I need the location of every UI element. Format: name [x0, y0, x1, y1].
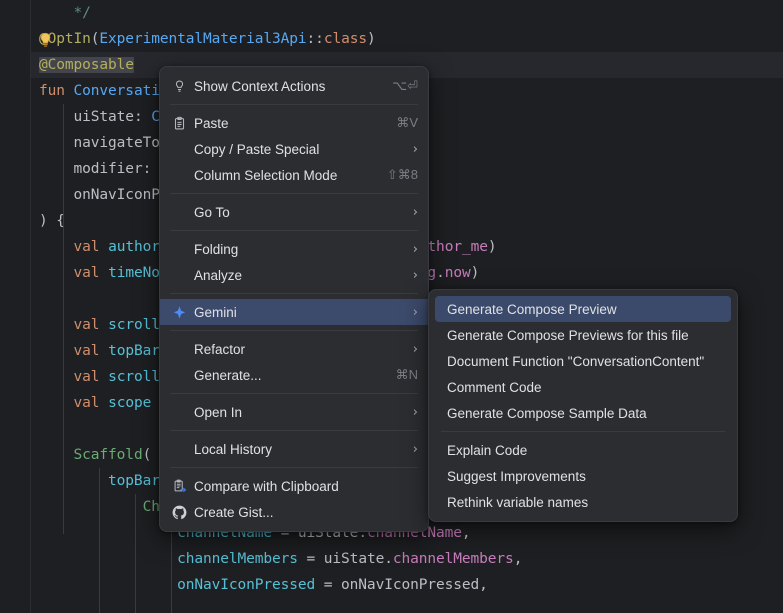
menu-separator — [170, 104, 418, 105]
menu-item-label: Gemini — [194, 305, 399, 320]
lightbulb-intention-icon[interactable] — [37, 32, 54, 49]
menu-item-analyze[interactable]: Analyze › — [160, 262, 428, 288]
clipboard-icon — [170, 114, 188, 132]
menu-item-shortcut: ⇧⌘8 — [387, 167, 418, 183]
menu-item-paste[interactable]: Paste ⌘V — [160, 110, 428, 136]
indent-guide — [171, 520, 172, 613]
submenu-item-label: Explain Code — [447, 443, 727, 458]
code-line: onNavIconPressed = onNavIconPressed, — [31, 572, 783, 598]
menu-item-label: Folding — [194, 242, 399, 257]
menu-item-label: Compare with Clipboard — [194, 479, 418, 494]
chevron-right-icon: › — [413, 305, 418, 320]
submenu-item-generate-compose-sample-data[interactable]: Generate Compose Sample Data — [429, 400, 737, 426]
menu-item-label: Show Context Actions — [194, 79, 376, 94]
ide-window: */@OptIn(ExperimentalMaterial3Api::class… — [0, 0, 783, 613]
submenu-item-label: Generate Compose Preview — [447, 302, 721, 317]
submenu-item-label: Rethink variable names — [447, 495, 727, 510]
menu-item-local-history[interactable]: Local History › — [160, 436, 428, 462]
chevron-right-icon: › — [413, 242, 418, 257]
menu-item-label: Go To — [194, 205, 399, 220]
compare-clipboard-icon — [170, 477, 188, 495]
menu-item-label: Local History — [194, 442, 399, 457]
code-line: channelMembers = uiState.channelMembers, — [31, 546, 783, 572]
github-icon — [170, 503, 188, 521]
menu-item-folding[interactable]: Folding › — [160, 236, 428, 262]
submenu-item-label: Generate Compose Previews for this file — [447, 328, 727, 343]
chevron-right-icon: › — [413, 342, 418, 357]
submenu-item-label: Document Function "ConversationContent" — [447, 354, 727, 369]
chevron-right-icon: › — [413, 268, 418, 283]
indent-guide — [63, 104, 64, 534]
chevron-right-icon: › — [413, 405, 418, 420]
menu-separator — [170, 230, 418, 231]
code-line: @OptIn(ExperimentalMaterial3Api::class) — [31, 26, 783, 52]
indent-guide — [135, 494, 136, 613]
menu-item-label: Create Gist... — [194, 505, 418, 520]
chevron-right-icon: › — [413, 142, 418, 157]
gemini-sparkle-icon — [170, 303, 188, 321]
menu-separator — [170, 467, 418, 468]
menu-item-compare-with-clipboard[interactable]: Compare with Clipboard — [160, 473, 428, 499]
menu-item-shortcut: ⌘V — [396, 115, 418, 131]
menu-item-refactor[interactable]: Refactor › — [160, 336, 428, 362]
editor-gutter[interactable] — [0, 0, 31, 613]
submenu-item-label: Suggest Improvements — [447, 469, 727, 484]
menu-item-label: Open In — [194, 405, 399, 420]
menu-item-label: Copy / Paste Special — [194, 142, 399, 157]
menu-item-column-selection-mode[interactable]: Column Selection Mode ⇧⌘8 — [160, 162, 428, 188]
submenu-item-label: Generate Compose Sample Data — [447, 406, 727, 421]
indent-guide — [99, 468, 100, 613]
menu-separator — [170, 293, 418, 294]
menu-item-label: Refactor — [194, 342, 399, 357]
submenu-item-rethink-variable-names[interactable]: Rethink variable names — [429, 489, 737, 515]
editor-context-menu[interactable]: Show Context Actions ⌥⏎ Paste ⌘V Copy / Past… — [159, 66, 429, 532]
submenu-item-label: Comment Code — [447, 380, 727, 395]
menu-item-shortcut: ⌘N — [396, 367, 418, 383]
chevron-right-icon: › — [413, 205, 418, 220]
submenu-item-explain-code[interactable]: Explain Code — [429, 437, 737, 463]
menu-item-label: Analyze — [194, 268, 399, 283]
menu-item-shortcut: ⌥⏎ — [392, 78, 418, 94]
submenu-item-comment-code[interactable]: Comment Code — [429, 374, 737, 400]
menu-item-label: Column Selection Mode — [194, 168, 371, 183]
menu-separator — [170, 193, 418, 194]
submenu-item-document-function[interactable]: Document Function "ConversationContent" — [429, 348, 737, 374]
menu-item-create-gist[interactable]: Create Gist... — [160, 499, 428, 525]
menu-item-label: Paste — [194, 116, 380, 131]
menu-separator — [170, 393, 418, 394]
menu-separator — [170, 330, 418, 331]
submenu-item-generate-compose-preview[interactable]: Generate Compose Preview — [435, 296, 731, 322]
lightbulb-icon — [170, 77, 188, 95]
menu-item-label: Generate... — [194, 368, 380, 383]
submenu-item-suggest-improvements[interactable]: Suggest Improvements — [429, 463, 737, 489]
submenu-item-generate-compose-previews-for-this-file[interactable]: Generate Compose Previews for this file — [429, 322, 737, 348]
menu-item-copy-paste-special[interactable]: Copy / Paste Special › — [160, 136, 428, 162]
gemini-submenu[interactable]: Generate Compose Preview Generate Compose… — [428, 289, 738, 522]
menu-item-open-in[interactable]: Open In › — [160, 399, 428, 425]
code-line: */ — [31, 0, 783, 26]
menu-item-gemini[interactable]: Gemini › — [160, 299, 428, 325]
menu-item-show-context-actions[interactable]: Show Context Actions ⌥⏎ — [160, 73, 428, 99]
menu-item-go-to[interactable]: Go To › — [160, 199, 428, 225]
menu-item-generate[interactable]: Generate... ⌘N — [160, 362, 428, 388]
chevron-right-icon: › — [413, 442, 418, 457]
menu-separator — [170, 430, 418, 431]
menu-separator — [441, 431, 725, 432]
